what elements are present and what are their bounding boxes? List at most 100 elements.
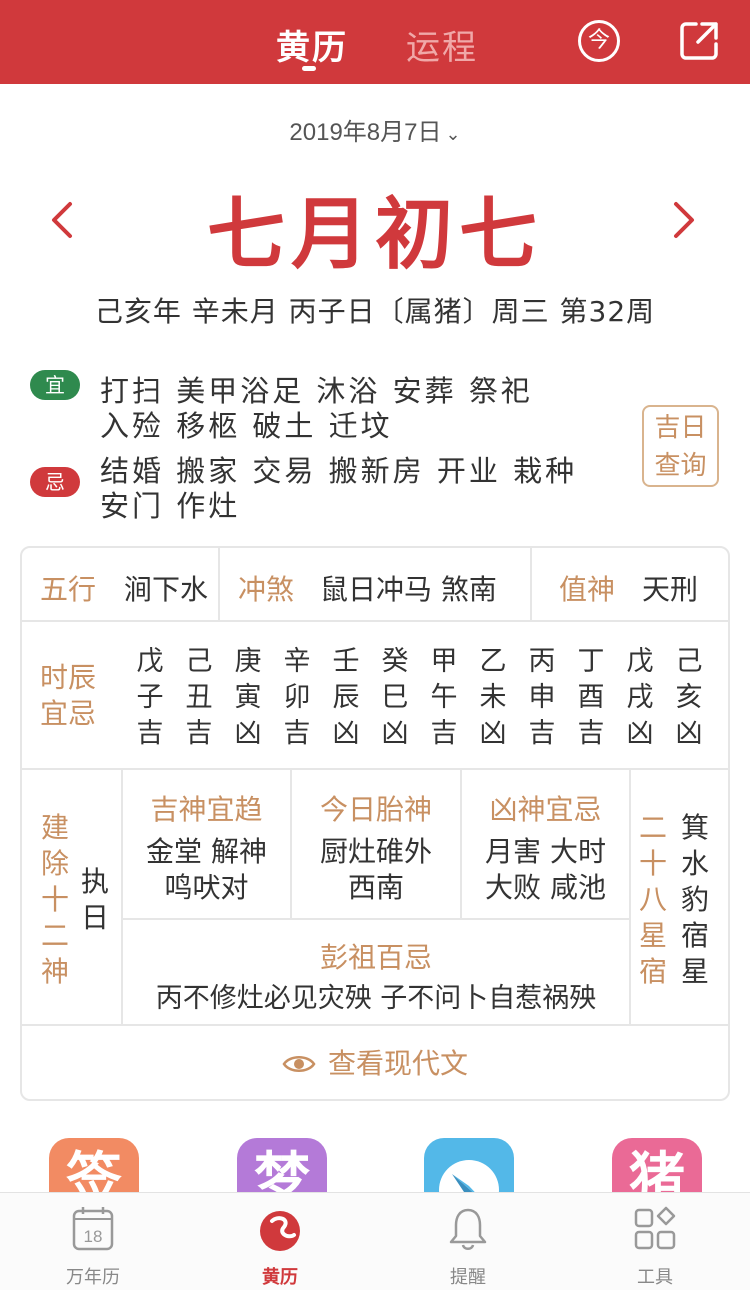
zhishen-label: 值神 xyxy=(559,573,616,606)
tab-huangli-bottom[interactable]: 黄历 xyxy=(220,1193,340,1290)
shichen-column: 庚寅凶 xyxy=(228,644,268,752)
chevron-down-icon: ⌄ xyxy=(445,124,461,144)
jishen-line-1: 金堂 解神 xyxy=(146,835,267,868)
shichen-gan: 己 xyxy=(675,646,703,677)
shichen-zhi: 午 xyxy=(430,682,458,713)
jianchu-label-char: 十 xyxy=(40,883,69,916)
xingxiu-value-char: 豹 xyxy=(680,883,709,916)
shichen-luck: 凶 xyxy=(332,718,360,749)
shichen-gan: 己 xyxy=(185,646,213,677)
shichen-column: 戊戌凶 xyxy=(620,644,660,752)
shichen-zhi: 辰 xyxy=(332,682,360,713)
shichen-luck: 吉 xyxy=(430,718,458,749)
shichen-zhi: 酉 xyxy=(577,682,605,713)
shichen-gan: 丁 xyxy=(577,646,605,677)
today-button[interactable]: 今 xyxy=(578,20,620,62)
shichen-gan: 庚 xyxy=(234,646,262,677)
xingxiu-label-char: 八 xyxy=(638,883,667,916)
shichen-luck: 凶 xyxy=(675,718,703,749)
shichen-gan: 甲 xyxy=(430,646,458,677)
xingxiu-label-char: 星 xyxy=(638,919,667,952)
eye-icon xyxy=(282,1056,316,1072)
shichen-zhi: 戌 xyxy=(626,682,654,713)
huangli-logo-icon xyxy=(260,1211,300,1251)
chongsha-value: 鼠日冲马 煞南 xyxy=(320,573,497,606)
jianchu-label: 建除十二神 xyxy=(38,810,72,990)
shichen-gan: 戊 xyxy=(136,646,164,677)
bottom-tab-bar: 18 万年历 黄历 提醒 工具 xyxy=(0,1192,750,1290)
auspicious-day-query-button[interactable]: 吉日 查询 xyxy=(642,405,719,487)
calendar-day-number: 18 xyxy=(84,1227,103,1246)
jianchu-label-char: 建 xyxy=(40,811,69,844)
wuxing-value: 涧下水 xyxy=(124,573,209,606)
shichen-gan: 丙 xyxy=(528,646,556,677)
shichen-column: 辛卯吉 xyxy=(277,644,317,752)
shichen-zhi: 寅 xyxy=(234,682,262,713)
shichen-zhi: 子 xyxy=(136,682,164,713)
jishen-line-2: 鸣吠对 xyxy=(164,871,249,904)
shichen-label: 时辰 宜忌 xyxy=(40,661,97,730)
xingxiu-label-char: 二 xyxy=(638,811,667,844)
xingxiu-value-char: 宿 xyxy=(680,919,709,952)
shichen-luck: 凶 xyxy=(381,718,409,749)
yi-badge: 宜 xyxy=(30,370,80,400)
shichen-luck: 凶 xyxy=(626,718,654,749)
wuxing-label: 五行 xyxy=(40,573,97,606)
ganzhi-line: 己亥年 辛未月 丙子日〔属猪〕周三 第32周 xyxy=(94,295,656,328)
date-picker[interactable]: 2019年8月7日 ⌄ xyxy=(0,112,750,147)
shichen-column: 壬辰凶 xyxy=(326,644,366,752)
shichen-column: 甲午吉 xyxy=(424,644,464,752)
xiongshen-line-1: 月害 大时 xyxy=(485,835,606,868)
xiongshen-line-2: 大败 咸池 xyxy=(485,871,606,904)
shichen-luck: 凶 xyxy=(234,718,262,749)
shichen-column: 己亥凶 xyxy=(669,644,709,752)
tab-label-wannianli: 万年历 xyxy=(66,1267,120,1288)
shichen-gan: 癸 xyxy=(381,646,409,677)
tools-grid-icon xyxy=(634,1206,676,1250)
jianchu-value-char: 日 xyxy=(80,901,109,934)
taishen-line-1: 厨灶碓外 xyxy=(319,835,432,868)
view-modern-text-button[interactable]: 查看现代文 xyxy=(22,1042,728,1082)
xingxiu-label-char: 十 xyxy=(638,847,667,880)
jianchu-label-char: 二 xyxy=(40,919,69,952)
shichen-luck: 凶 xyxy=(479,718,507,749)
shichen-luck: 吉 xyxy=(185,718,213,749)
shichen-column: 戊子吉 xyxy=(130,644,170,752)
xiongshen-label: 凶神宜忌 xyxy=(489,793,602,826)
xingxiu-label: 二十八星宿 xyxy=(636,810,670,990)
tab-label-gongju: 工具 xyxy=(637,1267,673,1288)
view-modern-label: 查看现代文 xyxy=(327,1047,468,1080)
chongsha-label: 冲煞 xyxy=(238,573,295,606)
share-icon[interactable] xyxy=(676,18,722,64)
ji-badge: 忌 xyxy=(30,467,80,497)
tab-wannianli[interactable]: 18 万年历 xyxy=(33,1193,153,1290)
jiri-label-1: 吉日 xyxy=(654,413,707,443)
tab-tixing[interactable]: 提醒 xyxy=(408,1193,528,1290)
shichen-zhi: 亥 xyxy=(675,682,703,713)
shichen-luck: 吉 xyxy=(283,718,311,749)
tab-gongju[interactable]: 工具 xyxy=(595,1193,715,1290)
solar-date: 2019年8月7日 xyxy=(289,119,442,146)
next-day-arrow-icon[interactable] xyxy=(670,200,700,240)
almanac-table: 五行 涧下水 冲煞 鼠日冲马 煞南 值神 天刑 时辰 宜忌 戊子吉己丑吉庚寅凶辛… xyxy=(20,546,730,1101)
shichen-column: 癸巳凶 xyxy=(375,644,415,752)
tab-label-tixing: 提醒 xyxy=(450,1267,486,1288)
shichen-column: 乙未凶 xyxy=(473,644,513,752)
tab-yuncheng[interactable]: 运程 xyxy=(406,20,478,69)
xingxiu-value-char: 箕 xyxy=(680,811,709,844)
top-nav-bar: 黄历 运程 今 xyxy=(0,0,750,84)
xingxiu-label-char: 宿 xyxy=(638,955,667,988)
shichen-luck: 吉 xyxy=(577,718,605,749)
tab-huangli[interactable]: 黄历 xyxy=(276,20,348,69)
pengzu-label: 彭祖百忌 xyxy=(319,941,432,974)
shichen-gan: 乙 xyxy=(479,646,507,677)
yi-line-2: 入殓 移柩 破土 迁坟 xyxy=(100,409,393,443)
jiri-label-2: 查询 xyxy=(654,451,707,481)
shichen-zhi: 未 xyxy=(479,682,507,713)
xingxiu-value: 箕水豹宿星 xyxy=(678,810,712,990)
shichen-luck: 吉 xyxy=(528,718,556,749)
pengzu-value: 丙不修灶必见灾殃 子不问卜自惹祸殃 xyxy=(155,983,597,1014)
taishen-line-2: 西南 xyxy=(347,871,404,904)
bell-icon xyxy=(449,1208,487,1250)
shichen-zhi: 巳 xyxy=(381,682,409,713)
